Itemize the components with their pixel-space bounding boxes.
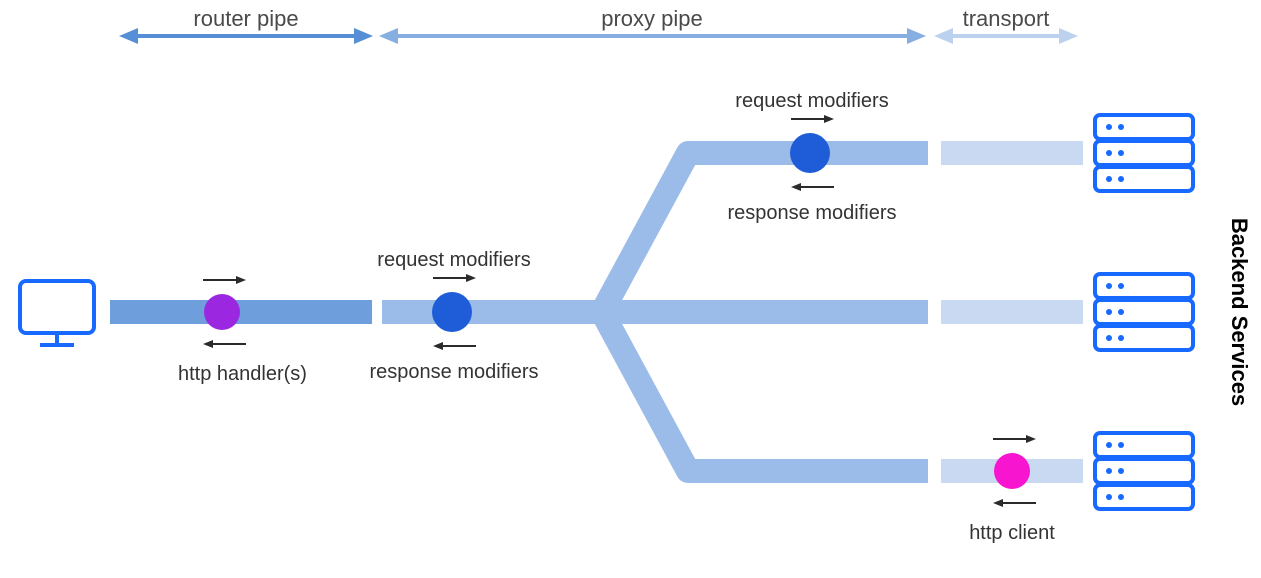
server-icon-bot [1095, 433, 1193, 509]
label-http-handler: http handler(s) [178, 363, 307, 385]
proxy-pipe-top [382, 153, 928, 312]
header-transport-arrow: transport [934, 6, 1078, 44]
transport-mid [941, 300, 1083, 324]
label-router-pipe: router pipe [193, 6, 298, 31]
label-http-client: http client [969, 522, 1055, 544]
transport-top [941, 141, 1083, 165]
header-router-arrow: router pipe [119, 6, 373, 44]
label-backend-services: Backend Services [1227, 218, 1252, 406]
pipeline-diagram: router pipe proxy pipe transport [0, 0, 1261, 578]
server-icon-top [1095, 115, 1193, 191]
label-transport: transport [963, 6, 1050, 31]
router-pipe-bar [110, 300, 372, 324]
label-proxy-resp: response modifiers [370, 361, 539, 383]
http-handler-node: http handler(s) [178, 276, 307, 385]
label-branch-req: request modifiers [735, 90, 888, 112]
header-proxy-arrow: proxy pipe [379, 6, 926, 44]
label-proxy-req: request modifiers [377, 249, 530, 271]
http-client-node: http client [969, 435, 1055, 544]
label-proxy-pipe: proxy pipe [601, 6, 703, 31]
label-branch-resp: response modifiers [728, 202, 897, 224]
server-icon-mid [1095, 274, 1193, 350]
client-icon [20, 281, 94, 345]
proxy-pipe-bot [382, 312, 928, 471]
